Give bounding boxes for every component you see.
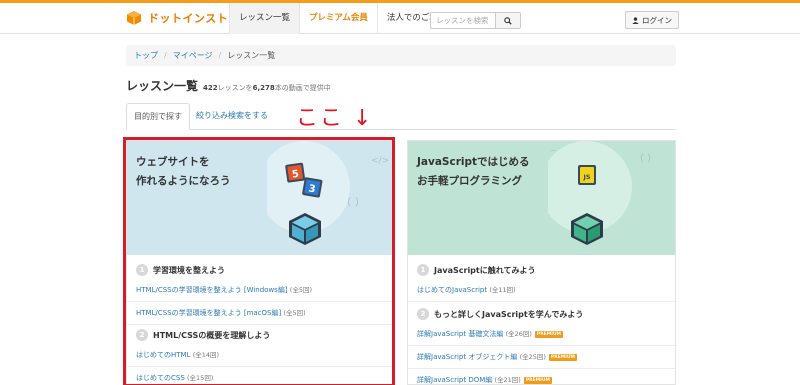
- section-title: もっと詳しくJavaScriptを学んでみよう: [434, 309, 584, 319]
- lesson-title: 詳解JavaScript 基礎文法編: [417, 330, 504, 338]
- subtitle-mid: レッスンを: [217, 84, 253, 92]
- course-section-1: 1 学習環境を整えよう HTML/CSSの学習環境を整えよう [Windows編…: [127, 261, 393, 325]
- lesson-count: (全11回): [489, 286, 516, 294]
- lesson-link[interactable]: はじめてのJavaScript (全11回): [408, 279, 675, 302]
- course-section-2: 2 HTML/CSSの概要を理解しよう はじめてのHTML (全14回) はじめ…: [127, 326, 393, 384]
- js-badge: JS: [578, 165, 596, 185]
- svg-text:</>: </>: [371, 156, 389, 166]
- nav-premium[interactable]: プレミアム会員: [299, 3, 377, 34]
- card-title-line1: JavaScriptではじめる: [417, 156, 530, 168]
- lesson-title: HTML/CSSの学習環境を整えよう [macOS編]: [136, 309, 282, 317]
- section-number: 1: [136, 264, 148, 276]
- lesson-count: (全5回): [289, 286, 312, 294]
- section-title: JavaScriptに触れてみよう: [434, 265, 536, 275]
- lesson-link[interactable]: はじめてのCSS (全15回): [127, 367, 393, 384]
- breadcrumb-top[interactable]: トップ: [134, 50, 158, 61]
- section-title: 学習環境を整えよう: [153, 265, 225, 275]
- lesson-title: HTML/CSSの学習環境を整えよう [Windows編]: [136, 286, 288, 294]
- logo-box-icon: [127, 11, 141, 25]
- card-title-line2: お手軽プログラミング: [417, 175, 522, 187]
- html5-badge: 5: [285, 162, 306, 183]
- lesson-tabs: 目的別で探す 絞り込み検索をする: [126, 103, 676, 130]
- lesson-link[interactable]: HTML/CSSの学習環境を整えよう [Windows編] (全5回): [127, 279, 393, 302]
- section-number: 2: [136, 329, 148, 341]
- section-number: 2: [417, 308, 429, 320]
- breadcrumb-mypage[interactable]: マイページ: [173, 50, 213, 61]
- user-icon: [632, 16, 639, 24]
- breadcrumb-separator: /: [218, 51, 222, 60]
- page-title: レッスン一覧: [126, 79, 199, 93]
- section-heading: 2 もっと詳しくJavaScriptを学んでみよう: [408, 305, 675, 323]
- web-hero-illustration: </> ( ) 5 3: [267, 141, 389, 245]
- breadcrumb-separator: /: [164, 51, 167, 60]
- lesson-count: (全21回): [494, 376, 521, 384]
- lesson-count: (全25回): [519, 353, 546, 361]
- search-form: [430, 12, 521, 29]
- lesson-count: (全26回): [505, 330, 532, 338]
- lesson-title: はじめてのHTML: [136, 351, 191, 359]
- page-heading: レッスン一覧 422レッスンを6,278本の動画で提供中: [126, 77, 331, 94]
- premium-badge: PREMIUM: [534, 330, 564, 338]
- lesson-title: 詳解JavaScript オブジェクト編: [417, 353, 518, 361]
- site-header: ドットインストール レッスン一覧 プレミアム会員 法人でのご利用 ログイン: [0, 3, 800, 34]
- breadcrumb-current: レッスン一覧: [227, 51, 276, 60]
- section-heading: 2 HTML/CSSの概要を理解しよう: [127, 326, 393, 344]
- css3-badge: 3: [302, 177, 323, 198]
- lesson-link[interactable]: はじめてのHTML (全14回): [127, 344, 393, 367]
- tab-by-purpose[interactable]: 目的別で探す: [126, 103, 190, 130]
- svg-text:~: ~: [550, 146, 557, 155]
- lesson-count: (全15回): [187, 374, 214, 382]
- lesson-title: 詳解JavaScript DOM編: [417, 376, 493, 384]
- svg-text:( ): ( ): [347, 195, 359, 208]
- premium-badge: PREMIUM: [523, 376, 552, 384]
- lesson-title: はじめてのJavaScript: [417, 286, 488, 294]
- section-title: HTML/CSSの概要を理解しよう: [153, 330, 271, 340]
- tab-filter-search[interactable]: 絞り込み検索をする: [189, 103, 275, 130]
- lesson-title: はじめてのCSS: [136, 374, 185, 382]
- card-hero: JavaScriptではじめる お手軽プログラミング ( ) ~ JS: [408, 141, 675, 255]
- course-card-web[interactable]: ウェブサイトを 作れるようになろう </> ( ) 5 3 1 学習環境を整えよ…: [126, 140, 394, 385]
- lesson-count: (全5回): [283, 309, 306, 317]
- login-label: ログイン: [642, 15, 672, 25]
- course-section-1: 1 JavaScriptに触れてみよう はじめてのJavaScript (全11…: [408, 261, 675, 302]
- main-nav: レッスン一覧 プレミアム会員 法人でのご利用: [229, 3, 455, 34]
- course-section-2: 2 もっと詳しくJavaScriptを学んでみよう 詳解JavaScript 基…: [408, 305, 675, 384]
- search-input[interactable]: [430, 12, 496, 29]
- subtitle-tail: 本の動画で提供中: [274, 84, 331, 92]
- js-hero-illustration: ( ) ~ JS: [548, 141, 651, 245]
- card-hero: ウェブサイトを 作れるようになろう </> ( ) 5 3: [127, 141, 393, 255]
- section-heading: 1 学習環境を整えよう: [127, 261, 393, 279]
- section-number: 1: [417, 264, 429, 276]
- svg-text:( ): ( ): [640, 153, 651, 164]
- login-button[interactable]: ログイン: [625, 11, 679, 29]
- lesson-link[interactable]: 詳解JavaScript 基礎文法編 (全26回) PREMIUM: [408, 323, 675, 346]
- video-count: 6,278: [252, 84, 275, 92]
- lesson-count: 422: [203, 84, 218, 92]
- annotation-text: ここ ↓: [296, 106, 374, 131]
- search-icon: [504, 16, 512, 25]
- card-title: JavaScriptではじめる お手軽プログラミング: [417, 153, 530, 191]
- premium-badge: PREMIUM: [548, 353, 578, 361]
- card-title: ウェブサイトを 作れるようになろう: [136, 153, 231, 191]
- lesson-count: (全14回): [192, 351, 220, 359]
- lesson-link[interactable]: 詳解JavaScript オブジェクト編 (全25回) PREMIUM: [408, 346, 675, 369]
- search-button[interactable]: [496, 12, 521, 29]
- section-heading: 1 JavaScriptに触れてみよう: [408, 261, 675, 279]
- svg-text:JS: JS: [582, 173, 590, 181]
- breadcrumb: トップ / マイページ / レッスン一覧: [126, 45, 676, 66]
- lesson-link[interactable]: 詳解JavaScript DOM編 (全21回) PREMIUM: [408, 369, 675, 384]
- lesson-link[interactable]: HTML/CSSの学習環境を整えよう [macOS編] (全5回): [127, 302, 393, 325]
- course-card-javascript[interactable]: JavaScriptではじめる お手軽プログラミング ( ) ~ JS 1 Ja…: [407, 140, 676, 385]
- page-subtitle: 422レッスンを6,278本の動画で提供中: [203, 83, 331, 93]
- card-title-line2: 作れるようになろう: [136, 175, 231, 187]
- card-title-line1: ウェブサイトを: [136, 156, 210, 168]
- nav-lessons[interactable]: レッスン一覧: [229, 3, 300, 34]
